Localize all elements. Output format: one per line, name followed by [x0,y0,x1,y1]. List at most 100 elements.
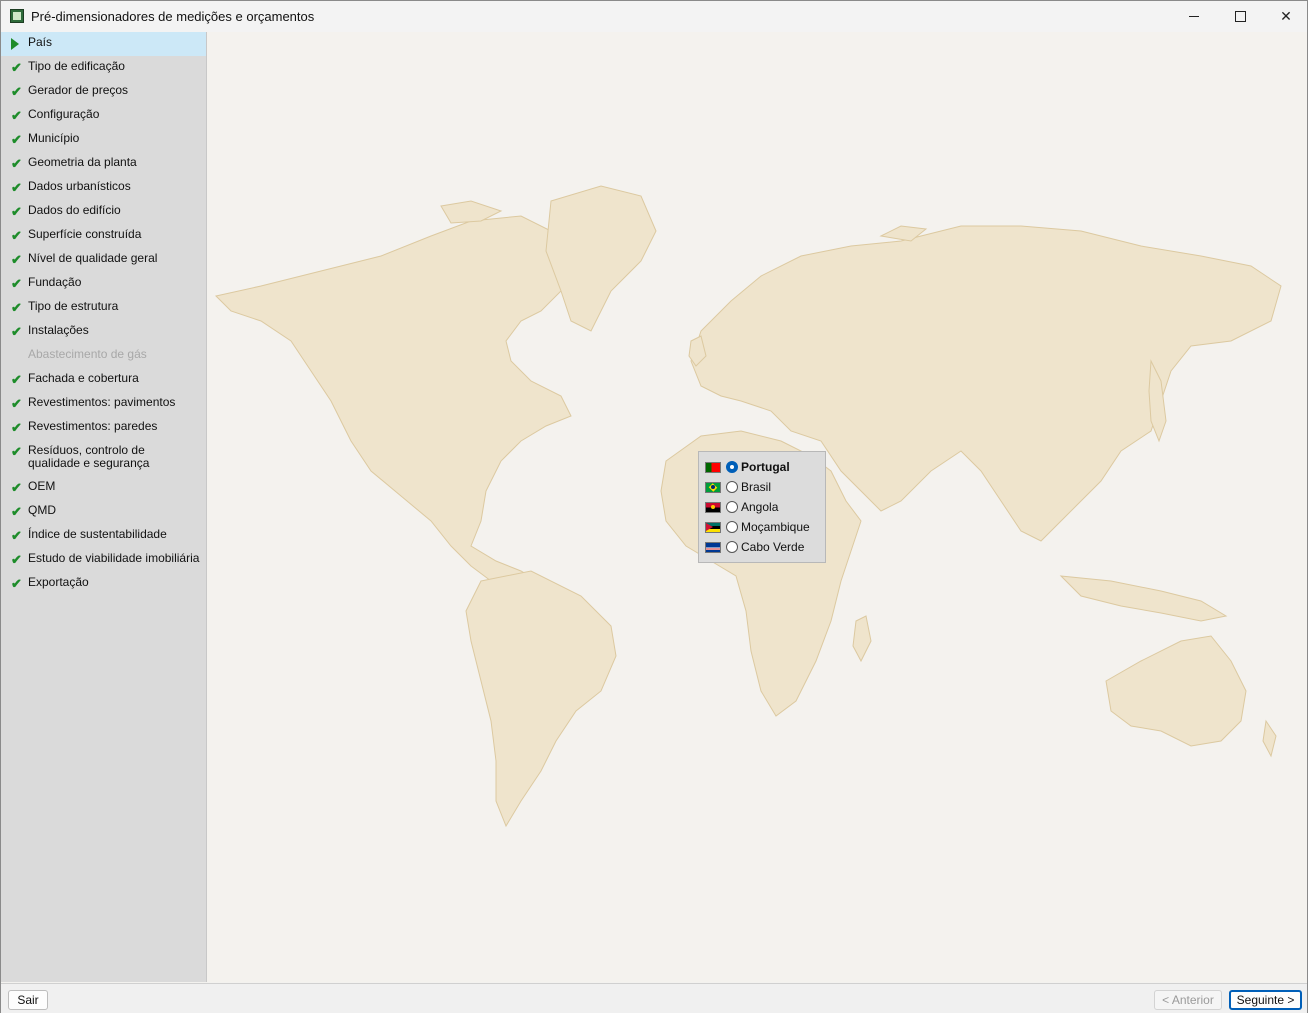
maximize-button[interactable] [1217,1,1263,32]
check-icon: ✔ [11,60,22,75]
sidebar-item-abastecimento-de-gas: Abastecimento de gás [1,344,206,368]
sidebar-item-revestimentos-pavimentos[interactable]: ✔ Revestimentos: pavimentos [1,392,206,416]
check-icon: ✔ [11,204,22,219]
radio-portugal[interactable] [726,461,738,473]
sidebar-item-label: Dados urbanísticos [28,179,131,193]
madagascar-shape [852,615,872,663]
sidebar-item-nivel-de-qualidade-geral[interactable]: ✔ Nível de qualidade geral [1,248,206,272]
check-icon: ✔ [11,84,22,99]
sidebar-item-label: Fachada e cobertura [28,371,139,385]
sidebar-item-label: Exportação [28,575,89,589]
country-option-brasil[interactable]: Brasil [705,478,771,496]
previous-button[interactable]: < Anterior [1154,990,1222,1010]
title-bar[interactable]: Pré-dimensionadores de medições e orçame… [1,1,1307,32]
check-icon: ✔ [11,132,22,147]
sidebar-item-label: País [28,35,53,49]
portugal-flag-icon [705,461,721,473]
indonesia-shape [1059,575,1228,622]
check-icon: ✔ [11,480,22,495]
mozambique-flag-icon [705,521,721,533]
app-window: Pré-dimensionadores de medições e orçame… [0,0,1308,1013]
sidebar-item-dados-urbanisticos[interactable]: ✔ Dados urbanísticos [1,176,206,200]
radio-mocambique[interactable] [726,521,738,533]
new-zealand-shape [1262,719,1277,758]
north-america-shape [215,215,577,597]
check-icon: ✔ [11,156,22,171]
exit-button[interactable]: Sair [8,990,48,1010]
sidebar-item-fundacao[interactable]: ✔ Fundação [1,272,206,296]
window-title: Pré-dimensionadores de medições e orçame… [31,9,315,24]
sidebar-item-gerador-de-precos[interactable]: ✔ Gerador de preços [1,80,206,104]
sidebar-item-label: Índice de sustentabilidade [28,527,167,541]
app-icon [10,9,24,23]
sidebar-item-label: Geometria da planta [28,155,137,169]
country-selector: Portugal Brasil Angola Moçambique Cabo V… [698,451,826,563]
sidebar-item-label: Fundação [28,275,82,289]
sidebar-item-tipo-de-estrutura[interactable]: ✔ Tipo de estrutura [1,296,206,320]
sidebar-item-dados-do-edificio[interactable]: ✔ Dados do edifício [1,200,206,224]
sidebar-item-oem[interactable]: ✔ OEM [1,476,206,500]
sidebar-item-label: Abastecimento de gás [28,347,147,361]
sidebar-item-label: Instalações [28,323,89,337]
close-button[interactable]: ✕ [1263,1,1308,32]
sidebar-item-pais[interactable]: País [1,32,206,56]
sidebar-item-estudo-de-viabilidade[interactable]: ✔ Estudo de viabilidade imobiliária [1,548,206,572]
sidebar-item-label: OEM [28,479,56,493]
check-icon: ✔ [11,300,22,315]
check-icon: ✔ [11,108,22,123]
sidebar-item-label: Gerador de preços [28,83,129,97]
radio-angola[interactable] [726,501,738,513]
brazil-flag-icon [705,481,721,493]
check-icon: ✔ [11,372,22,387]
next-button[interactable]: Seguinte > [1229,990,1302,1010]
country-option-cabo-verde[interactable]: Cabo Verde [705,538,804,556]
check-icon: ✔ [11,396,22,411]
sidebar-item-fachada-e-cobertura[interactable]: ✔ Fachada e cobertura [1,368,206,392]
angola-flag-icon [705,501,721,513]
sidebar-item-qmd[interactable]: ✔ QMD [1,500,206,524]
minimize-icon [1189,16,1199,17]
check-icon: ✔ [11,528,22,543]
check-icon: ✔ [11,576,22,591]
minimize-button[interactable] [1171,1,1217,32]
south-america-shape [465,570,617,828]
sidebar-item-configuracao[interactable]: ✔ Configuração [1,104,206,128]
country-option-portugal[interactable]: Portugal [705,458,790,476]
sidebar-item-label: Resíduos, controlo de qualidade e segura… [28,443,150,470]
wizard-steps-sidebar: País ✔ Tipo de edificação ✔ Gerador de p… [1,32,207,982]
sidebar-item-label: Tipo de edificação [28,59,125,73]
sidebar-item-indice-de-sustentabilidade[interactable]: ✔ Índice de sustentabilidade [1,524,206,548]
sidebar-item-label: Revestimentos: paredes [28,419,158,433]
check-icon: ✔ [11,252,22,267]
check-icon: ✔ [11,324,22,339]
sidebar-item-label: Revestimentos: pavimentos [28,395,176,409]
bottom-button-bar: Sair < Anterior Seguinte > [1,983,1307,1013]
radio-brasil[interactable] [726,481,738,493]
country-label: Moçambique [741,520,810,534]
greenland-shape [545,185,657,332]
maximize-icon [1234,11,1246,22]
check-icon: ✔ [11,276,22,291]
radio-cabo-verde[interactable] [726,541,738,553]
sidebar-item-tipo-de-edificacao[interactable]: ✔ Tipo de edificação [1,56,206,80]
sidebar-item-residuos[interactable]: ✔ Resíduos, controlo de qualidade e segu… [1,440,206,476]
sidebar-item-superficie-construida[interactable]: ✔ Superfície construída [1,224,206,248]
sidebar-item-label: Superfície construída [28,227,142,241]
check-icon: ✔ [11,180,22,195]
country-option-mocambique[interactable]: Moçambique [705,518,810,536]
sidebar-item-exportacao[interactable]: ✔ Exportação [1,572,206,596]
sidebar-item-label: Dados do edifício [28,203,121,217]
sidebar-item-geometria-da-planta[interactable]: ✔ Geometria da planta [1,152,206,176]
sidebar-item-label: Nível de qualidade geral [28,251,158,265]
sidebar-item-municipio[interactable]: ✔ Município [1,128,206,152]
country-option-angola[interactable]: Angola [705,498,778,516]
country-label: Portugal [741,460,790,474]
sidebar-item-revestimentos-paredes[interactable]: ✔ Revestimentos: paredes [1,416,206,440]
australia-shape [1105,635,1247,747]
check-icon: ✔ [11,444,22,459]
sidebar-item-instalacoes[interactable]: ✔ Instalações [1,320,206,344]
country-label: Angola [741,500,779,514]
check-icon: ✔ [11,504,22,519]
sidebar-item-label: QMD [28,503,56,517]
sidebar-item-label: Município [28,131,80,145]
